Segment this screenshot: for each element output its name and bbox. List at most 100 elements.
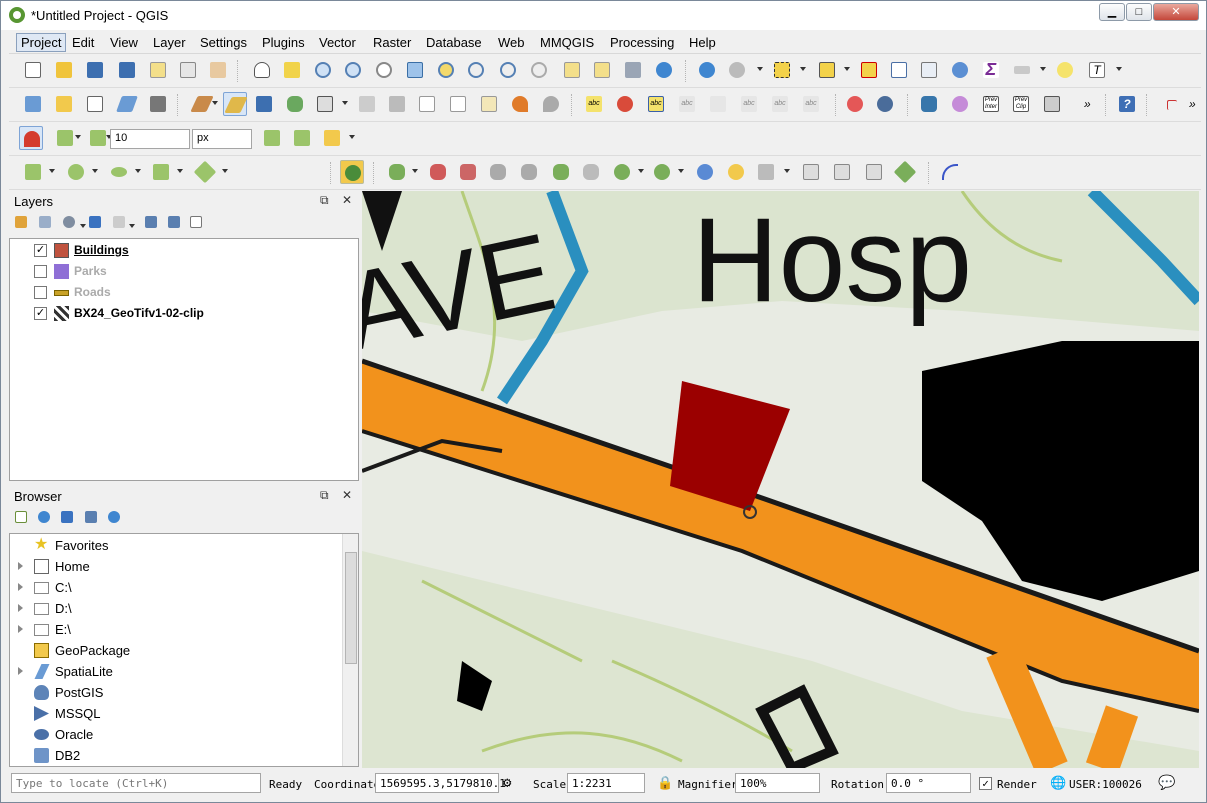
save-project-icon[interactable] [83,58,107,82]
crosshair-icon[interactable] [1159,92,1183,116]
add-part-icon[interactable] [650,160,674,184]
fill-ring-icon[interactable] [693,160,717,184]
toolbar-overflow-2-icon[interactable]: » [1185,92,1207,116]
zoom-to-selection-icon[interactable] [434,58,458,82]
menu-mmqgis[interactable]: MMQGIS [540,35,594,50]
layer-styling-icon[interactable] [11,212,35,236]
scrollbar-thumb[interactable] [345,552,357,664]
menu-processing[interactable]: Processing [610,35,674,50]
add-ellipse-icon[interactable] [107,160,131,184]
copy-features-icon[interactable] [446,92,470,116]
help-icon[interactable]: ? [1115,92,1139,116]
digitize-curve-icon[interactable] [938,160,962,184]
add-line-icon[interactable] [21,160,45,184]
snap-to-layer-icon[interactable] [53,126,77,150]
zoom-next-icon[interactable] [527,58,551,82]
layer-visibility-checkbox[interactable] [34,286,47,299]
browser-item-favorites[interactable]: ★ Favorites [10,535,340,556]
globe-plugin-icon[interactable] [873,92,897,116]
menu-edit[interactable]: Edit [72,35,94,50]
plugin-highlight-icon[interactable] [340,160,364,184]
statistics-icon[interactable] [917,58,941,82]
move-label-icon[interactable]: abc [737,92,761,116]
snapping-unit-select[interactable]: px [192,129,252,149]
merge-features-icon[interactable] [486,160,510,184]
snapping-tolerance-input[interactable]: 10 [110,129,190,149]
zoom-last-icon[interactable] [496,58,520,82]
menu-raster[interactable]: Raster [373,35,411,50]
undo-icon[interactable] [508,92,532,116]
map-canvas[interactable]: Hosp AVE [362,191,1199,768]
avoid-overlap-icon[interactable] [320,126,344,150]
add-regular-polygon-icon[interactable] [193,160,217,184]
overlay-plugin-icon[interactable] [948,92,972,116]
pan-to-selection-icon[interactable] [280,58,304,82]
map-tips-icon[interactable] [1053,58,1077,82]
zoom-to-layer-icon[interactable] [464,58,488,82]
trim-extend-icon[interactable] [862,160,886,184]
zoom-out-icon[interactable] [341,58,365,82]
crs-globe-icon[interactable]: 🌐 [1050,776,1066,791]
browser-refresh-icon[interactable] [34,507,58,531]
reshape-icon[interactable] [385,160,409,184]
menu-help[interactable]: Help [689,35,716,50]
field-calculator-icon[interactable]: Σ [979,58,1003,82]
toggle-extents-icon[interactable]: ⚙ [503,775,511,791]
show-hide-labels-icon[interactable] [706,92,730,116]
browser-item-mssql[interactable]: MSSQL [10,703,340,724]
browser-item-home[interactable]: Home [10,556,340,577]
show-bookmarks-icon[interactable] [621,58,645,82]
identify-features-icon[interactable] [695,58,719,82]
measure-icon[interactable] [1010,58,1034,82]
toolbox-icon[interactable] [948,58,972,82]
new-geopackage-icon[interactable] [52,92,76,116]
refresh-icon[interactable] [652,58,676,82]
layer-visibility-checkbox[interactable] [34,265,47,278]
add-rectangle-icon[interactable] [149,160,173,184]
zoom-native-icon[interactable] [372,58,396,82]
add-circle-icon[interactable] [64,160,88,184]
cut-features-icon[interactable] [415,92,439,116]
browser-properties-icon[interactable] [104,507,128,531]
split-parts-icon[interactable] [456,160,480,184]
filter-legend-icon[interactable] [85,212,109,236]
magnifier-input[interactable]: 100% [735,773,820,793]
menu-plugins[interactable]: Plugins [262,35,305,50]
lock-scale-icon[interactable]: 🔒 [657,776,673,791]
split-features-icon[interactable] [426,160,450,184]
browser-panel-float-icon[interactable]: ⧉ [320,488,329,503]
new-print-layout-icon[interactable] [146,58,170,82]
toolbar-overflow-icon[interactable]: » [1080,92,1104,116]
layers-panel-float-icon[interactable]: ⧉ [320,193,329,208]
new-shapefile-icon[interactable] [83,92,107,116]
open-project-icon[interactable] [52,58,76,82]
delete-part-icon[interactable] [754,160,778,184]
browser-item-d-drive[interactable]: D:\ [10,598,340,619]
add-group-icon[interactable] [35,212,59,236]
browser-panel-close-icon[interactable]: ✕ [342,488,352,502]
close-button[interactable]: ✕ [1153,3,1199,21]
zoom-in-icon[interactable] [311,58,335,82]
modify-attributes-icon[interactable] [355,92,379,116]
merge-attributes-icon[interactable] [517,160,541,184]
deselect-all-icon[interactable] [857,58,881,82]
layer-item-parks[interactable]: Parks [10,261,358,281]
reverse-line-icon[interactable] [893,160,917,184]
add-selected-layers-icon[interactable] [11,507,35,531]
minimize-button[interactable]: ▁ [1099,3,1125,21]
browser-item-c-drive[interactable]: C:\ [10,577,340,598]
print-icon[interactable] [1040,92,1064,116]
layer-item-raster[interactable]: ✓ BX24_GeoTifv1-02-clip [10,303,358,323]
style-manager-icon[interactable] [206,58,230,82]
pan-map-icon[interactable] [250,58,274,82]
vertex-tool-icon[interactable] [313,92,337,116]
delete-ring-icon[interactable] [724,160,748,184]
browser-item-postgis[interactable]: PostGIS [10,682,340,703]
rotation-input[interactable]: 0.0 ° [886,773,971,793]
snap-intersection-icon[interactable] [290,126,314,150]
offset-curve-icon[interactable] [799,160,823,184]
layer-item-buildings[interactable]: ✓ Buildings [10,240,358,260]
save-as-icon[interactable] [115,58,139,82]
data-source-manager-icon[interactable] [21,92,45,116]
rotate-label-icon[interactable]: abc [768,92,792,116]
